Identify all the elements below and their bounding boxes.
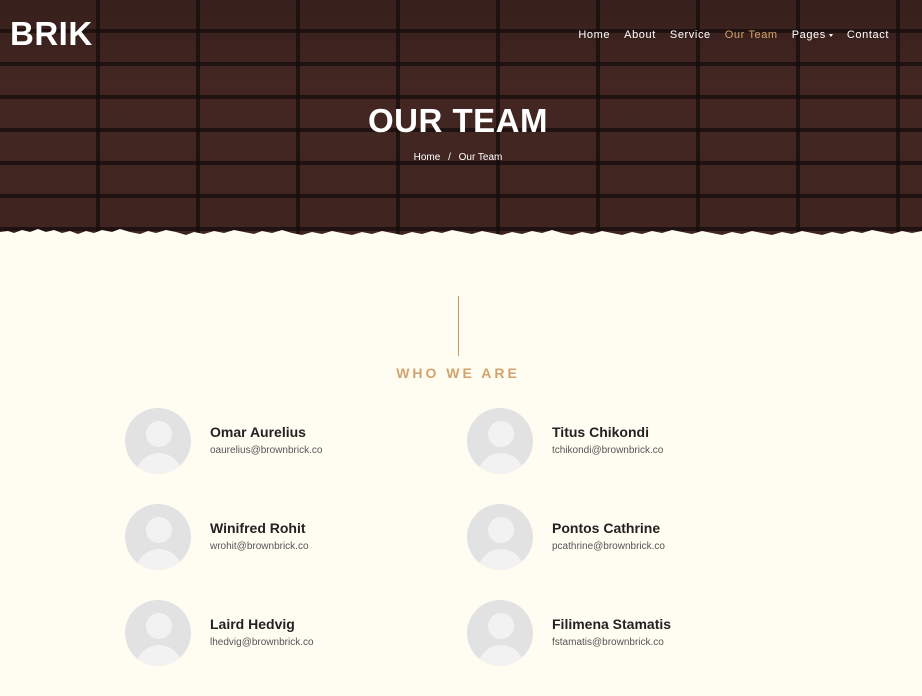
avatar <box>125 504 191 570</box>
avatar-head-shape <box>488 613 514 639</box>
team-grid: Omar Aurelius oaurelius@brownbrick.co Ti… <box>125 408 805 696</box>
hero-banner: BRIK Home About Service Our Team Pages C… <box>0 0 922 245</box>
breadcrumb-current: Our Team <box>458 152 503 163</box>
nav-item-pages-label: Pages <box>791 29 826 41</box>
avatar <box>467 408 533 474</box>
nav-item-our-team[interactable]: Our Team <box>718 28 785 42</box>
member-email[interactable]: oaurelius@brownbrick.co <box>210 445 322 457</box>
nav-item-home[interactable]: Home <box>571 28 617 42</box>
member-name: Titus Chikondi <box>552 424 649 440</box>
nav-item-about[interactable]: About <box>617 28 663 42</box>
nav-item-service[interactable]: Service <box>663 28 718 42</box>
member-info: Pontos Cathrine pcathrine@brownbrick.co <box>552 504 665 553</box>
avatar-body-shape <box>478 453 524 474</box>
avatar-body-shape <box>478 549 524 570</box>
avatar-body-shape <box>136 549 182 570</box>
team-member-card: Pontos Cathrine pcathrine@brownbrick.co <box>467 504 805 600</box>
avatar-head-shape <box>488 421 514 447</box>
team-member-card: Titus Chikondi tchikondi@brownbrick.co <box>467 408 805 504</box>
member-info: Omar Aurelius oaurelius@brownbrick.co <box>210 408 322 457</box>
avatar-body-shape <box>136 453 182 474</box>
member-email[interactable]: fstamatis@brownbrick.co <box>552 637 671 649</box>
member-email[interactable]: pcathrine@brownbrick.co <box>552 541 665 553</box>
member-name: Winifred Rohit <box>210 520 306 536</box>
member-name: Omar Aurelius <box>210 424 306 440</box>
breadcrumb: Home / Our Team <box>0 151 916 164</box>
chevron-down-icon <box>828 34 833 37</box>
breadcrumb-home-link[interactable]: Home <box>414 152 441 163</box>
member-name: Pontos Cathrine <box>552 520 661 536</box>
team-member-card: Omar Aurelius oaurelius@brownbrick.co <box>125 408 467 504</box>
team-member-card: Laird Hedvig lhedvig@brownbrick.co <box>125 600 467 696</box>
team-member-card: Filimena Stamatis fstamatis@brownbrick.c… <box>467 600 805 696</box>
nav-item-pages[interactable]: Pages <box>785 28 840 42</box>
member-info: Laird Hedvig lhedvig@brownbrick.co <box>210 600 314 649</box>
section-divider-line <box>458 296 459 356</box>
page-title: OUR TEAM <box>368 102 548 139</box>
avatar <box>467 600 533 666</box>
member-info: Winifred Rohit wrohit@brownbrick.co <box>210 504 309 553</box>
site-logo[interactable]: BRIK <box>10 14 93 54</box>
member-name: Filimena Stamatis <box>552 616 672 632</box>
member-name: Laird Hedvig <box>210 616 295 632</box>
member-email[interactable]: wrohit@brownbrick.co <box>210 541 309 553</box>
avatar-head-shape <box>146 613 172 639</box>
member-info: Titus Chikondi tchikondi@brownbrick.co <box>552 408 663 457</box>
avatar <box>467 504 533 570</box>
avatar-head-shape <box>146 517 172 543</box>
torn-paper-edge <box>0 229 922 245</box>
member-email[interactable]: lhedvig@brownbrick.co <box>210 637 314 649</box>
member-info: Filimena Stamatis fstamatis@brownbrick.c… <box>552 600 671 649</box>
team-member-card: Winifred Rohit wrohit@brownbrick.co <box>125 504 467 600</box>
avatar-head-shape <box>146 421 172 447</box>
avatar-head-shape <box>488 517 514 543</box>
main-nav: Home About Service Our Team Pages Contac… <box>571 28 896 42</box>
avatar <box>125 600 191 666</box>
breadcrumb-separator: / <box>448 152 451 163</box>
section-title: WHO WE ARE <box>396 365 520 381</box>
avatar <box>125 408 191 474</box>
member-email[interactable]: tchikondi@brownbrick.co <box>552 445 663 457</box>
avatar-body-shape <box>136 645 182 666</box>
nav-item-contact[interactable]: Contact <box>840 28 896 42</box>
avatar-body-shape <box>478 645 524 666</box>
